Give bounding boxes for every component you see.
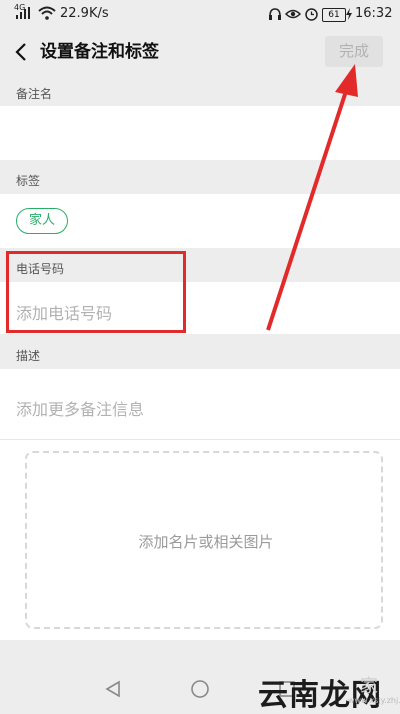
nav-home-icon[interactable] — [190, 679, 210, 699]
watermark-url: www.xsjy.zhj.com — [348, 696, 400, 705]
nav-back-icon[interactable] — [104, 680, 122, 698]
annotation-arrow — [266, 64, 358, 331]
watermark-faint: 家 — [360, 676, 378, 697]
